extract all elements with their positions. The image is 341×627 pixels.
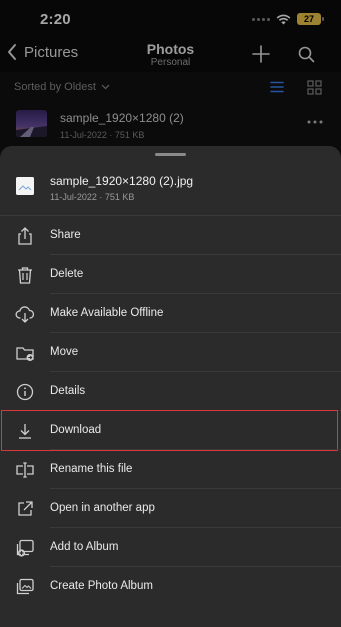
photo-album-icon	[16, 578, 34, 595]
open-external-icon	[18, 501, 33, 516]
screen: 2:20 27 Pictures Photos Personal Sorted …	[0, 0, 341, 627]
info-icon	[16, 383, 34, 401]
cloud-download-icon	[15, 306, 35, 323]
image-file-icon	[16, 177, 34, 195]
menu-item-label: Create Photo Album	[50, 580, 153, 592]
menu-item-label: Share	[50, 229, 81, 241]
menu-item-label: Make Available Offline	[50, 307, 164, 319]
menu-item-create-photo-album[interactable]: Create Photo Album	[0, 567, 341, 606]
menu-item-download[interactable]: Download	[0, 410, 341, 451]
menu-item-delete[interactable]: Delete	[0, 255, 341, 294]
folder-move-icon	[16, 347, 34, 361]
menu-item-label: Move	[50, 346, 79, 358]
menu-item-add-to-album[interactable]: Add to Album	[0, 528, 341, 567]
menu-item-rename[interactable]: Rename this file	[0, 450, 341, 489]
menu-item-details[interactable]: Details	[0, 372, 341, 411]
sheet-grabber[interactable]	[155, 153, 186, 156]
menu-item-label: Details	[50, 385, 86, 397]
sheet-header: sample_1920×1280 (2).jpg 11-Jul-2022 · 7…	[0, 160, 341, 216]
menu-item-label: Add to Album	[50, 541, 119, 553]
trash-icon	[18, 267, 32, 284]
menu-item-label: Open in another app	[50, 502, 155, 514]
rename-icon	[16, 462, 34, 478]
menu-item-label: Rename this file	[50, 463, 133, 475]
add-to-album-icon	[16, 539, 34, 557]
menu-item-make-available-offline[interactable]: Make Available Offline	[0, 294, 341, 333]
menu-item-share[interactable]: Share	[0, 216, 341, 255]
menu-item-move[interactable]: Move	[0, 333, 341, 372]
action-sheet: sample_1920×1280 (2).jpg 11-Jul-2022 · 7…	[0, 146, 341, 627]
sheet-file-meta: 11-Jul-2022 · 751 KB	[50, 192, 135, 202]
sheet-file-name: sample_1920×1280 (2).jpg	[50, 174, 194, 188]
menu-item-open-in-another-app[interactable]: Open in another app	[0, 489, 341, 528]
menu-item-label: Delete	[50, 268, 84, 280]
share-icon	[18, 227, 32, 245]
highlight-box	[1, 410, 338, 451]
